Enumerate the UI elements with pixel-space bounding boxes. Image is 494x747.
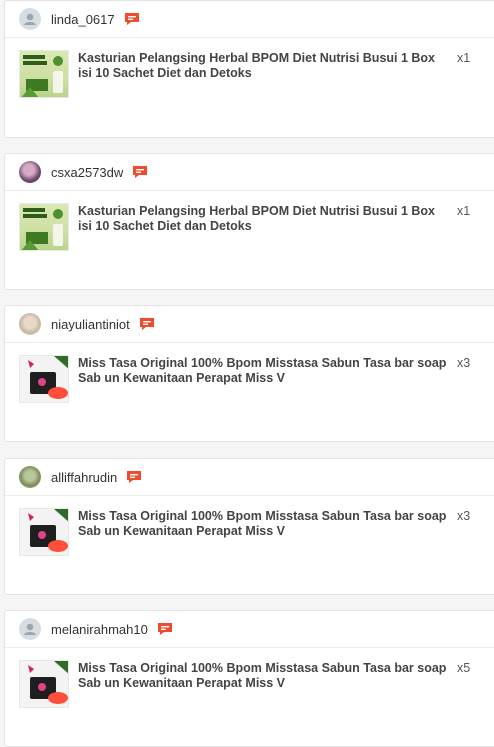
chat-icon[interactable] [132,165,148,179]
product-name[interactable]: Miss Tasa Original 100% Bpom Misstasa Sa… [78,661,450,691]
avatar[interactable] [19,313,41,335]
quantity: x3 [457,356,471,370]
product-name[interactable]: Miss Tasa Original 100% Bpom Misstasa Sa… [78,509,450,539]
product-image[interactable] [19,508,69,556]
quantity: x1 [457,204,471,218]
quantity: x5 [457,661,471,675]
username[interactable]: csxa2573dw [51,165,123,180]
avatar[interactable] [19,618,41,640]
order-header: alliffahrudin [5,459,494,496]
username[interactable]: alliffahrudin [51,470,117,485]
product-image[interactable] [19,355,69,403]
order-card: alliffahrudin Miss Tasa Original 100% Bp… [4,458,494,595]
product-name[interactable]: Miss Tasa Original 100% Bpom Misstasa Sa… [78,356,450,386]
order-header: linda_0617 [5,1,494,38]
order-card: csxa2573dw Kasturian Pelangsing Herbal B… [4,153,494,290]
chat-icon[interactable] [139,317,155,331]
order-header: csxa2573dw [5,154,494,191]
chat-icon[interactable] [157,622,173,636]
product-image[interactable] [19,203,69,251]
chat-icon[interactable] [126,470,142,484]
product-image[interactable] [19,50,69,98]
default-user-icon [24,13,36,25]
username[interactable]: linda_0617 [51,12,115,27]
avatar[interactable] [19,8,41,30]
order-card: niayuliantiniot Miss Tasa Original 100% … [4,305,494,442]
quantity: x1 [457,51,471,65]
avatar[interactable] [19,466,41,488]
product-name[interactable]: Kasturian Pelangsing Herbal BPOM Diet Nu… [78,51,450,81]
order-card: melanirahmah10 Miss Tasa Original 100% B… [4,610,494,747]
default-user-icon [24,623,36,635]
order-header: melanirahmah10 [5,611,494,648]
username[interactable]: niayuliantiniot [51,317,130,332]
order-card: linda_0617 Kasturian Pelangsing Herbal B… [4,0,494,138]
avatar[interactable] [19,161,41,183]
quantity: x3 [457,509,471,523]
username[interactable]: melanirahmah10 [51,622,148,637]
product-image[interactable] [19,660,69,708]
order-header: niayuliantiniot [5,306,494,343]
chat-icon[interactable] [124,12,140,26]
product-name[interactable]: Kasturian Pelangsing Herbal BPOM Diet Nu… [78,204,450,234]
